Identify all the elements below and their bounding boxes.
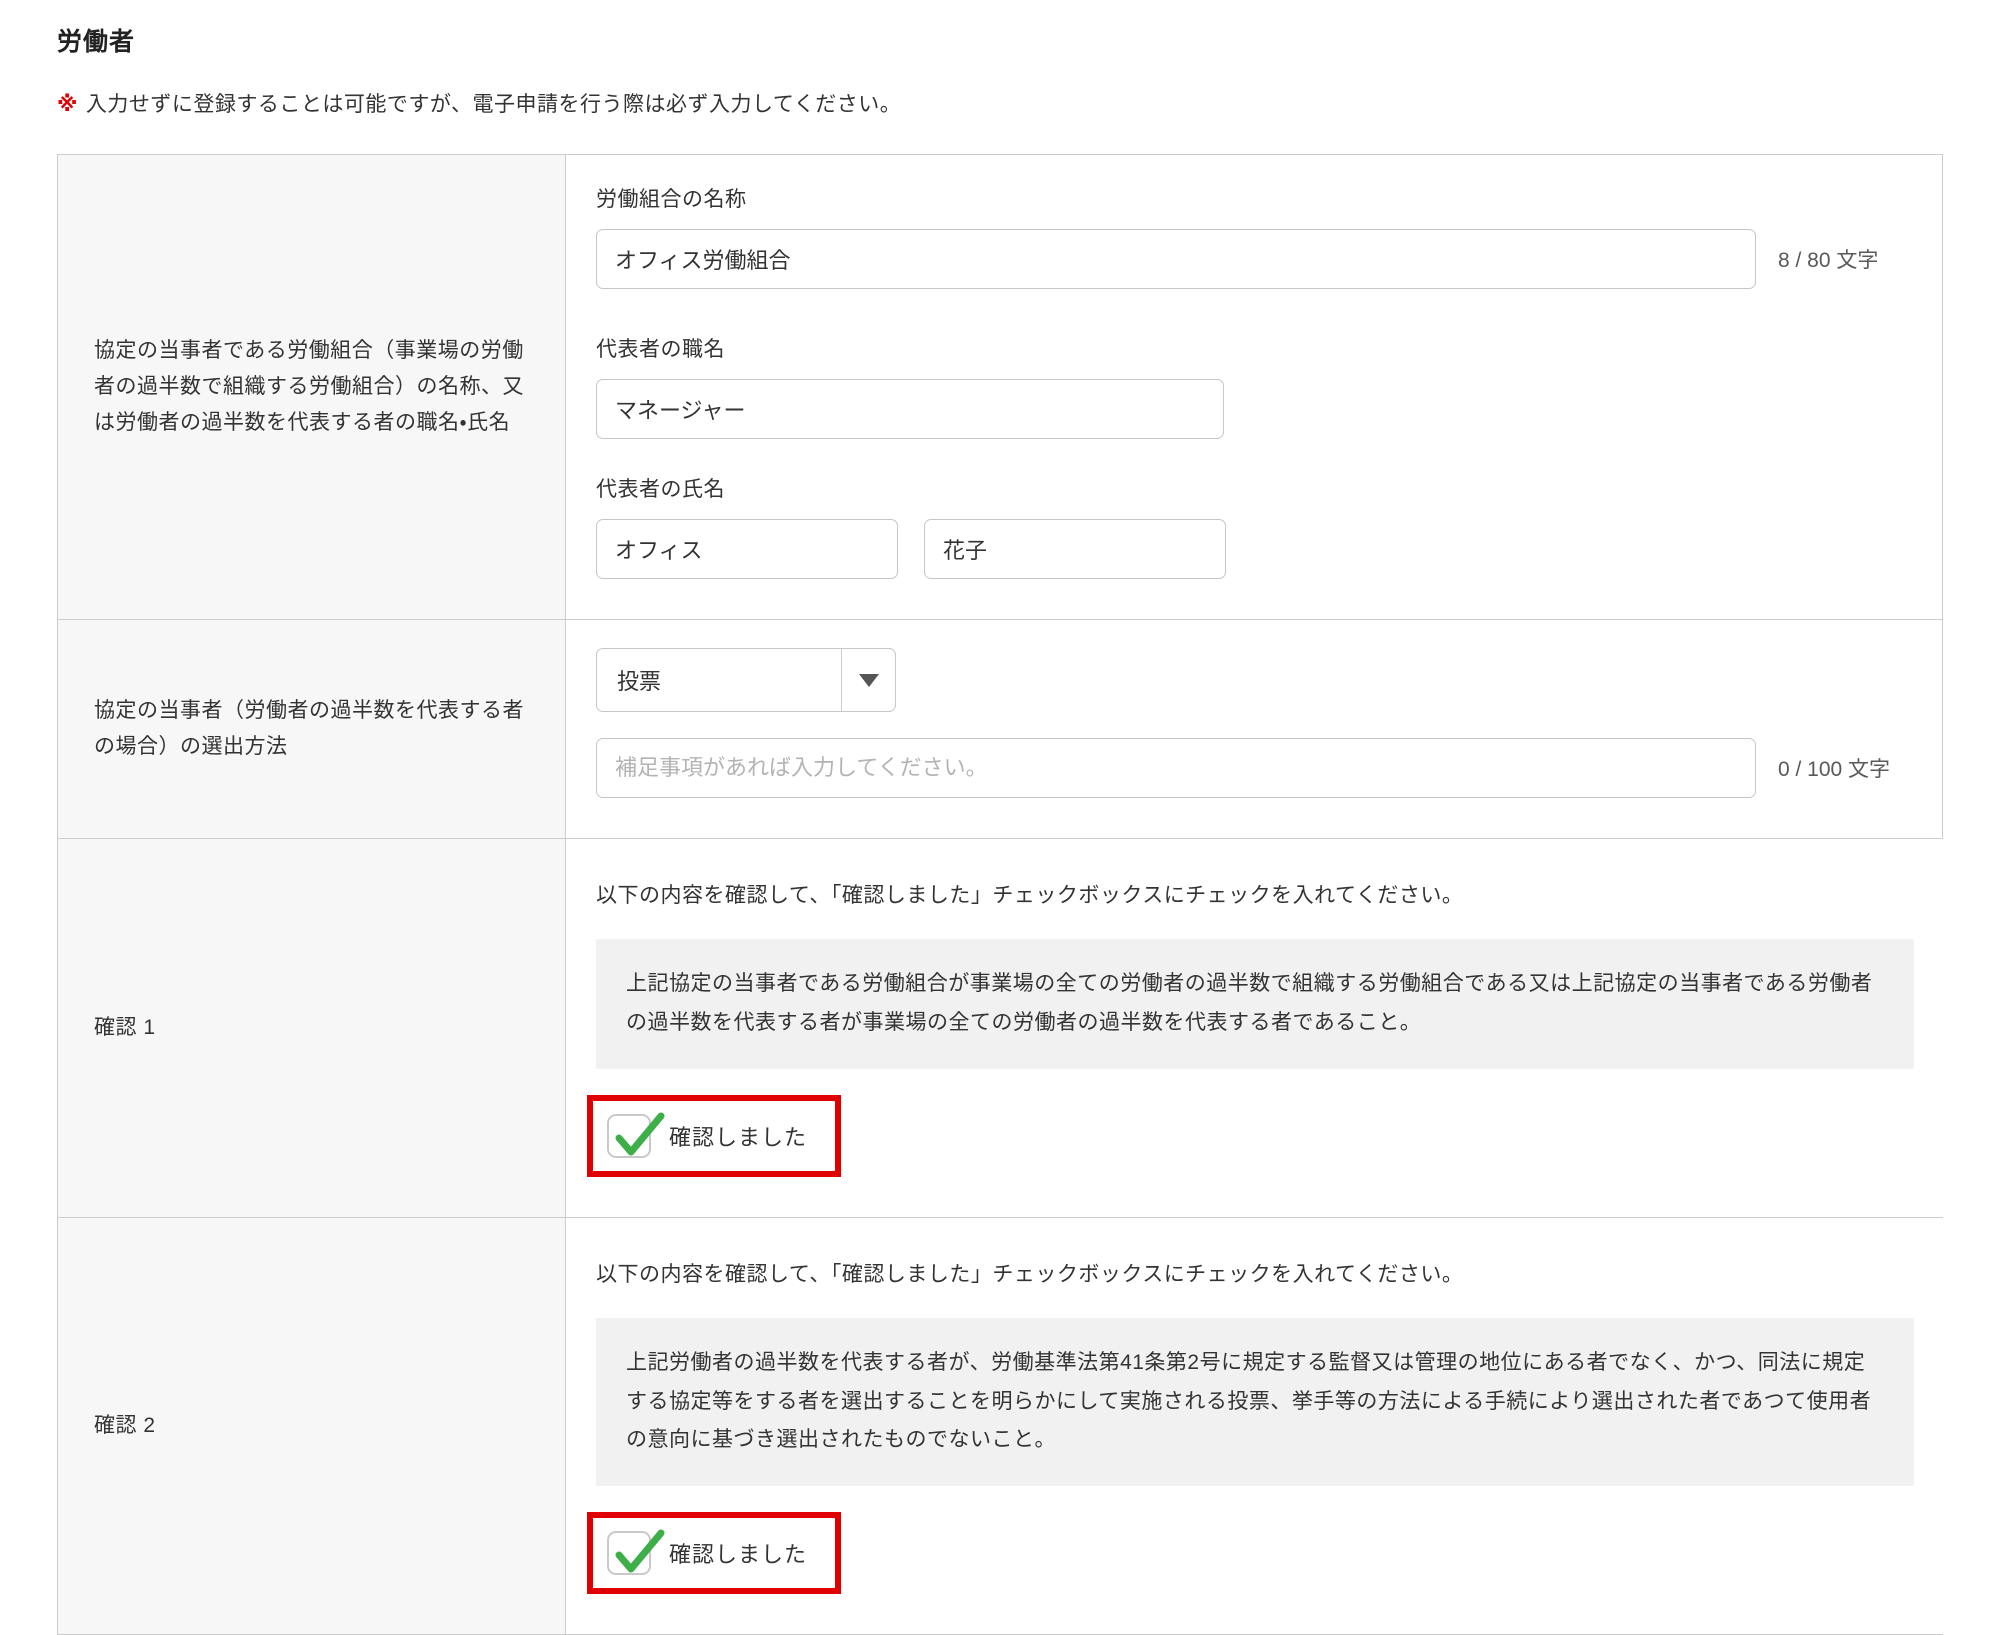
confirm2-instruction: 以下の内容を確認して、「確認しました」チェックボックスにチェックを入れてください… <box>596 1258 1914 1288</box>
selection-method-row-content: 投票 0 / 100 文字 <box>566 620 1942 838</box>
union-name-row-label: 協定の当事者である労働組合（事業場の労働者の過半数で組織する労働組合）の名称、又… <box>58 155 566 619</box>
selection-note-char-counter: 0 / 100 文字 <box>1778 753 1890 783</box>
chevron-down-icon <box>859 674 879 687</box>
rep-title-input[interactable] <box>596 379 1224 439</box>
confirm1-checkbox[interactable] <box>607 1114 651 1158</box>
rep-title-label: 代表者の職名 <box>596 333 1912 363</box>
union-name-label: 労働組合の名称 <box>596 183 1912 213</box>
union-name-row-content: 労働組合の名称 8 / 80 文字 代表者の職名 代表者の氏名 <box>566 155 1942 619</box>
confirm1-instruction: 以下の内容を確認して、「確認しました」チェックボックスにチェックを入れてください… <box>596 879 1914 909</box>
asterisk-icon: ※ <box>57 93 78 116</box>
confirm2-checkbox-highlight: 確認しました <box>587 1512 841 1594</box>
selection-method-row: 協定の当事者（労働者の過半数を代表する者の場合）の選出方法 投票 0 / 100… <box>58 620 1942 839</box>
confirm2-row-content: 以下の内容を確認して、「確認しました」チェックボックスにチェックを入れてください… <box>566 1218 1944 1635</box>
rep-name-label: 代表者の氏名 <box>596 473 1912 503</box>
selection-method-selected-value: 投票 <box>597 649 841 711</box>
required-note-text: 入力せずに登録することは可能ですが、電子申請を行う際は必ず入力してください。 <box>86 93 901 116</box>
confirm1-row: 確認 1 以下の内容を確認して、「確認しました」チェックボックスにチェックを入れ… <box>58 839 1942 1218</box>
union-name-input[interactable] <box>596 229 1756 289</box>
selection-method-note-input[interactable] <box>596 738 1756 798</box>
union-name-row: 協定の当事者である労働組合（事業場の労働者の過半数で組織する労働組合）の名称、又… <box>58 155 1942 620</box>
required-note: ※ 入力せずに登録することは可能ですが、電子申請を行う際は必ず入力してください。 <box>57 88 1943 118</box>
confirm2-checkbox-label: 確認しました <box>669 1537 807 1569</box>
selection-method-dropdown[interactable]: 投票 <box>596 648 896 712</box>
checkmark-icon <box>611 1110 667 1162</box>
confirm2-row: 確認 2 以下の内容を確認して、「確認しました」チェックボックスにチェックを入れ… <box>58 1218 1942 1635</box>
rep-first-name-input[interactable] <box>924 519 1226 579</box>
rep-last-name-input[interactable] <box>596 519 898 579</box>
page-title: 労働者 <box>57 22 1943 58</box>
confirm1-statement: 上記協定の当事者である労働組合が事業場の全ての労働者の過半数で組織する労働組合で… <box>596 939 1914 1069</box>
union-name-char-counter: 8 / 80 文字 <box>1778 244 1878 274</box>
confirm2-row-label: 確認 2 <box>58 1218 566 1635</box>
confirm2-statement: 上記労働者の過半数を代表する者が、労働基準法第41条第2号に規定する監督又は管理… <box>596 1318 1914 1487</box>
confirm1-row-label: 確認 1 <box>58 839 566 1217</box>
confirm1-checkbox-highlight: 確認しました <box>587 1095 841 1177</box>
worker-section-page: 労働者 ※ 入力せずに登録することは可能ですが、電子申請を行う際は必ず入力してくだ… <box>0 0 2000 1617</box>
worker-form-table: 協定の当事者である労働組合（事業場の労働者の過半数で組織する労働組合）の名称、又… <box>57 154 1943 1635</box>
confirm2-checkbox[interactable] <box>607 1531 651 1575</box>
selection-method-row-label: 協定の当事者（労働者の過半数を代表する者の場合）の選出方法 <box>58 620 566 838</box>
dropdown-arrow-segment[interactable] <box>841 649 895 711</box>
confirm1-checkbox-label: 確認しました <box>669 1120 807 1152</box>
confirm1-row-content: 以下の内容を確認して、「確認しました」チェックボックスにチェックを入れてください… <box>566 839 1944 1217</box>
checkmark-icon <box>611 1527 667 1579</box>
